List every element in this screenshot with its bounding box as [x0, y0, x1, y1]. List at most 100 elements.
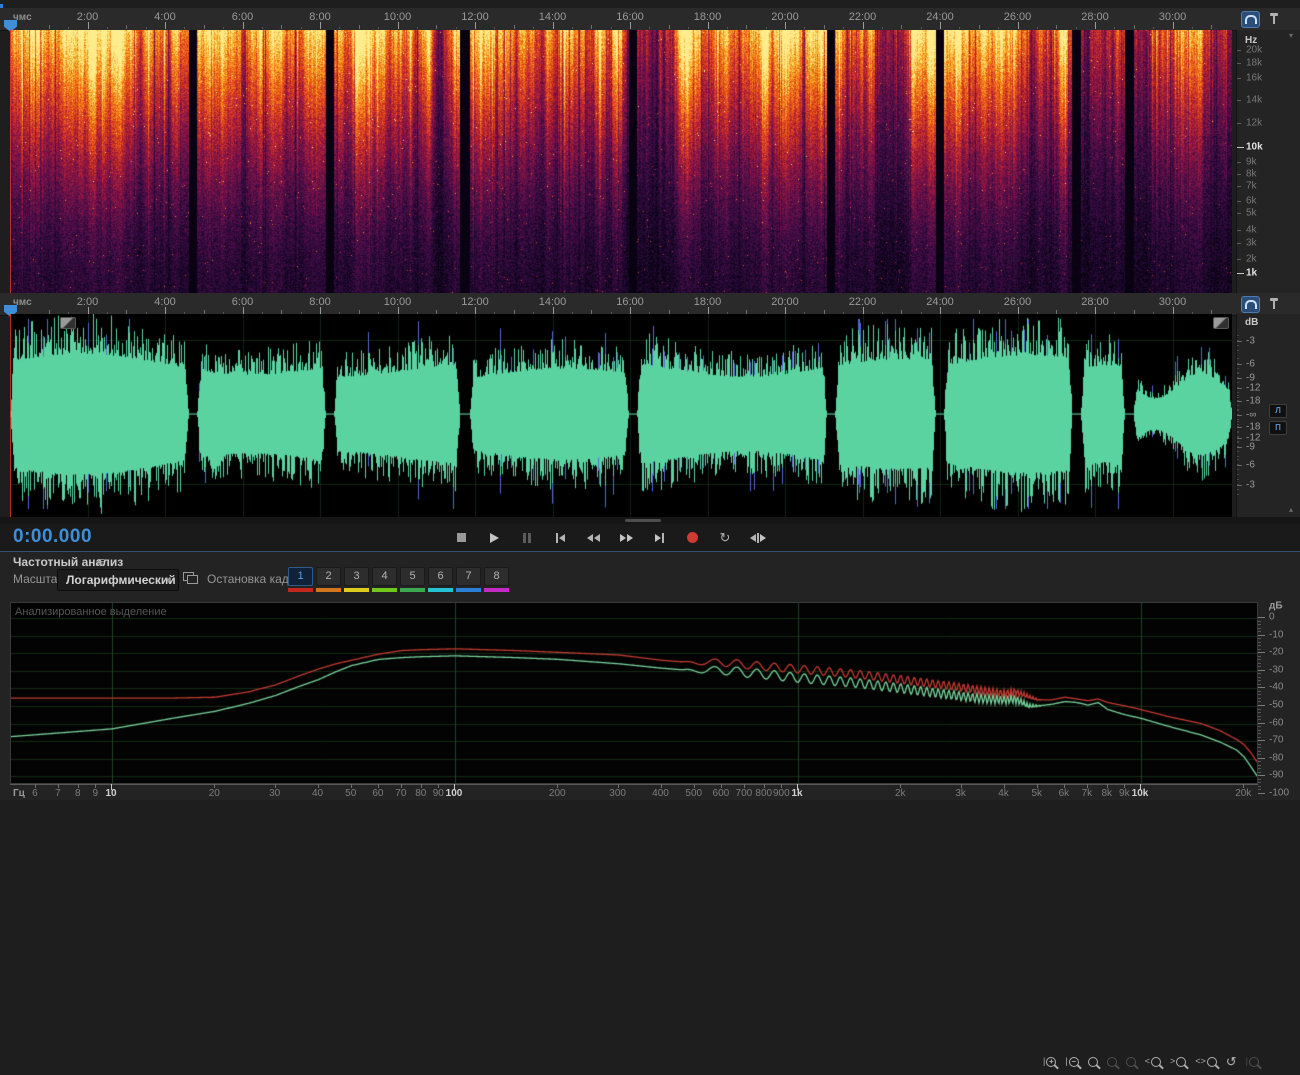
ruler-toolbar-bottom	[1241, 294, 1279, 314]
db-minor-tick	[1237, 340, 1239, 341]
waveform-canvas[interactable]	[10, 314, 1232, 517]
waveform-hud-icon[interactable]	[1213, 317, 1229, 329]
hold-button-7[interactable]: 7	[456, 567, 481, 592]
rewind-button[interactable]	[582, 528, 604, 548]
frequency-plot-canvas[interactable]	[10, 602, 1258, 784]
play-button[interactable]	[483, 528, 505, 548]
snap-toggle-button[interactable]	[1241, 295, 1260, 313]
ruler-tick	[630, 22, 631, 29]
db-axis-minor-tick	[1258, 750, 1261, 752]
timecode-display[interactable]: 0:00.000	[13, 526, 92, 548]
go-to-start-button[interactable]	[549, 528, 571, 548]
hold-button-3[interactable]: 3	[344, 567, 369, 592]
hz-axis-label: 90	[432, 788, 444, 799]
loop-icon: ↻	[719, 530, 731, 545]
ruler-time-label: 20:00	[771, 11, 799, 23]
reset-zoom-icon: ↺	[1225, 1054, 1237, 1069]
zoom-selection-both-button[interactable]: <>	[1195, 1056, 1217, 1067]
db-axis-minor-tick	[1258, 712, 1261, 714]
stop-button[interactable]	[450, 528, 472, 548]
waveform-hud-icon[interactable]	[60, 317, 76, 329]
hold-button-2[interactable]: 2	[316, 567, 341, 592]
hold-button-6[interactable]: 6	[428, 567, 453, 592]
hz-tick-label: 20k	[1246, 44, 1263, 56]
db-minor-tick	[1237, 469, 1239, 470]
full-zoom-button: |	[1246, 1056, 1259, 1067]
hold-button-8[interactable]: 8	[484, 567, 509, 592]
fast-forward-button[interactable]	[615, 528, 637, 548]
hz-tick-label: 3k	[1246, 237, 1257, 249]
channel-badge-right[interactable]: П	[1269, 421, 1287, 435]
loop-button[interactable]: ↻	[714, 528, 736, 548]
db-axis-label: -10	[1269, 629, 1284, 641]
db-axis-major-tick	[1258, 740, 1265, 742]
db-minor-tick	[1237, 424, 1239, 425]
hold-color-bar	[288, 588, 313, 592]
ruler-time-label: 22:00	[848, 296, 877, 308]
magnifier-icon	[1087, 1056, 1098, 1067]
waveform-time-ruler[interactable]: чмс 2:00 4:00 6:00 8:00 10:00 12:00 14:00 16:00…	[0, 293, 1300, 317]
zoom-in-button[interactable]: | +	[1043, 1056, 1057, 1067]
horizontal-scrollbar[interactable]	[0, 517, 1300, 524]
db-minor-tick	[1237, 335, 1239, 336]
ruler-tick	[513, 25, 515, 29]
ruler-tick	[126, 25, 128, 29]
channel-badge-left[interactable]: Л	[1269, 404, 1287, 418]
scale-dropdown[interactable]: Логарифмический ▾	[57, 569, 179, 591]
hz-axis-label: 20k	[1235, 788, 1252, 799]
db-axis-label: -50	[1269, 699, 1284, 711]
ruler-tick	[1075, 27, 1077, 29]
ruler-tick	[765, 27, 767, 29]
reset-zoom-button[interactable]: ↺	[1226, 1055, 1237, 1068]
copy-graph-icon[interactable]	[183, 572, 198, 584]
ruler-time-label: 14:00	[538, 296, 567, 308]
waveform-db-scale[interactable]: dB ▴ -3 -6 -9 -12 -18 -∞ -18 -12 -9 -6 -3 Л П	[1236, 314, 1300, 517]
hold-color-bar	[484, 588, 509, 592]
ruler-tick	[649, 27, 651, 29]
analyzed-selection-label: Анализированное выделение	[15, 606, 167, 618]
go-to-end-button[interactable]	[648, 528, 670, 548]
hold-color-bar	[372, 588, 397, 592]
record-button[interactable]	[681, 528, 703, 548]
ruler-tick	[804, 27, 806, 29]
panel-menu-icon[interactable]: ≡	[97, 554, 105, 569]
scrollbar-handle[interactable]	[625, 519, 661, 522]
ruler-toolbar-top	[1241, 9, 1279, 29]
snap-toggle-button[interactable]	[1241, 10, 1260, 28]
ruler-tick	[746, 25, 748, 29]
hz-axis-label: 8	[74, 788, 81, 799]
hz-tick-label: 7k	[1246, 180, 1257, 192]
hz-tick-label: 14k	[1246, 94, 1263, 106]
db-axis-major-tick	[1258, 705, 1265, 706]
zoom-selection-right-button[interactable]: >	[1169, 1056, 1187, 1067]
spectrogram-canvas[interactable]	[10, 30, 1232, 293]
zoom-to-selection-button[interactable]	[1087, 1056, 1098, 1067]
zoom-selection-left-button[interactable]: <	[1145, 1056, 1161, 1067]
pin-icon[interactable]	[1269, 297, 1279, 311]
ruler-time-label: 28:00	[1081, 11, 1109, 23]
db-minor-tick	[1237, 459, 1239, 460]
hz-axis-label: 60	[372, 788, 384, 799]
ruler-tick	[959, 27, 961, 29]
hold-button-5[interactable]: 5	[400, 567, 425, 592]
spectrogram-frequency-scale[interactable]: Hz ▾ 20k 18k 16k 14k 12k 10k 9k 8k 7k 6k 5k 4k 3k 2k 1…	[1236, 30, 1300, 293]
hold-button-1[interactable]: 1	[288, 567, 313, 592]
hz-tick-label: 1k	[1246, 267, 1258, 279]
bracket-glyph: >	[1169, 1056, 1176, 1066]
hold-color-bar	[400, 588, 425, 592]
skip-selection-button[interactable]	[747, 528, 769, 548]
db-minor-tick	[1237, 456, 1239, 457]
ruler-tick	[688, 27, 690, 29]
pin-icon[interactable]	[1269, 12, 1279, 26]
scroll-up-icon[interactable]: ▾	[1289, 32, 1293, 40]
scroll-up-icon[interactable]: ▴	[1289, 506, 1293, 514]
hz-tick-label: 18k	[1246, 57, 1263, 69]
hold-button-4[interactable]: 4	[372, 567, 397, 592]
pause-button[interactable]	[516, 528, 538, 548]
ruler-tick	[1133, 25, 1135, 29]
ruler-tick	[455, 27, 457, 29]
db-minor-tick	[1237, 395, 1239, 396]
spectrogram-time-ruler[interactable]: чмс 2:00 4:00 6:00 8:00 10:00 12:00 14:00 16:00…	[0, 8, 1300, 32]
db-axis-major-tick	[1258, 757, 1265, 759]
zoom-out-button[interactable]: | −	[1065, 1056, 1079, 1067]
